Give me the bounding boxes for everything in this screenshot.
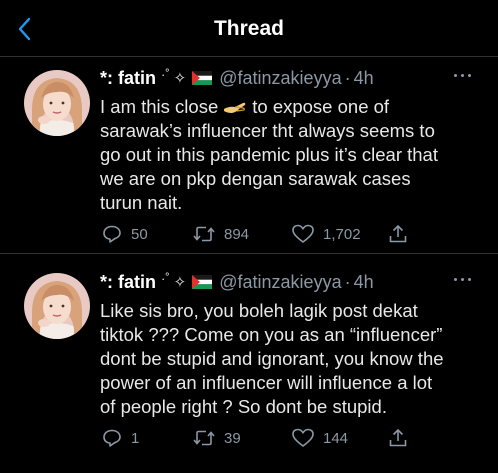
more-dot-icon	[454, 278, 457, 281]
profile-photo	[24, 70, 90, 136]
reply-icon	[103, 429, 121, 447]
profile-photo	[24, 273, 90, 339]
tweet-text: Like sis bro, you boleh lagik post dekat…	[100, 299, 490, 419]
share-button[interactable]	[388, 224, 408, 244]
sparkle-icon: ✧	[173, 274, 187, 291]
pinching-hand-emoji-icon	[224, 102, 246, 113]
separator-dot: ·	[344, 271, 351, 292]
avatar[interactable]	[24, 273, 90, 339]
tweet-text: I am this close to expose one of sarawak…	[100, 95, 490, 215]
like-button[interactable]: 1,702	[292, 224, 361, 244]
reply-count: 50	[131, 225, 148, 243]
tweet-text-line: go out in this pandemic plus it’s clear …	[100, 144, 438, 165]
more-dot-icon	[461, 278, 464, 281]
retweet-button[interactable]: 894	[193, 224, 249, 244]
tweet[interactable]: *: fatin ·˚ ✧ @fatinzakieyya · 4h I am t…	[0, 58, 498, 254]
more-dot-icon	[461, 74, 464, 77]
tweet-meta: *: fatin ·˚ ✧ @fatinzakieyya · 4h	[100, 66, 374, 90]
tweet-meta: *: fatin ·˚ ✧ @fatinzakieyya · 4h	[100, 270, 374, 294]
share-icon	[389, 428, 407, 447]
retweet-count: 39	[224, 429, 241, 447]
reply-button[interactable]: 50	[102, 224, 148, 244]
tweet-text-line: I am this close to expose one of	[100, 95, 490, 119]
retweet-count: 894	[224, 225, 250, 243]
retweet-button[interactable]: 39	[193, 428, 241, 448]
tweet-text-line: sarawak’s influencer tht always seems to	[100, 120, 435, 141]
like-count: 144	[323, 429, 349, 447]
more-options-button[interactable]	[452, 276, 474, 284]
share-button[interactable]	[388, 428, 408, 448]
user-handle[interactable]: @fatinzakieyya	[219, 68, 341, 89]
name-decoration: ·˚	[161, 270, 170, 286]
more-dot-icon	[468, 278, 471, 281]
name-decoration: ·˚	[161, 66, 170, 82]
more-dot-icon	[468, 74, 471, 77]
more-options-button[interactable]	[452, 72, 474, 80]
tweet-text-line: turun nait.	[100, 192, 183, 213]
tweet-text-line: we are on pkp dengan sarawak cases	[100, 168, 411, 189]
sparkle-icon: ✧	[173, 70, 187, 87]
like-button[interactable]: 144	[292, 428, 348, 448]
tweet-actions: 1 39 144	[100, 428, 420, 452]
display-name[interactable]: *: fatin	[100, 68, 156, 89]
tweet-text-line: power of an influencer will influence a …	[100, 372, 433, 393]
tweet-text-line: of people right ? So dont be stupid.	[100, 396, 387, 417]
tweet-text-line: Like sis bro, you boleh lagik post dekat	[100, 300, 418, 321]
heart-icon	[292, 428, 314, 447]
timestamp[interactable]: 4h	[354, 68, 374, 89]
display-name[interactable]: *: fatin	[100, 272, 156, 293]
tweet-text-line: dont be stupid and ignorant, you know th…	[100, 348, 444, 369]
separator-dot: ·	[344, 67, 351, 88]
reply-count: 1	[131, 429, 140, 447]
user-handle[interactable]: @fatinzakieyya	[219, 272, 341, 293]
timestamp[interactable]: 4h	[354, 272, 374, 293]
tweet-text-segment: to expose one of	[252, 96, 390, 117]
tweet-text-segment: I am this close	[100, 96, 219, 117]
flag-icon	[192, 275, 213, 289]
more-dot-icon	[454, 74, 457, 77]
page-title: Thread	[213, 17, 284, 40]
retweet-icon	[193, 226, 215, 242]
retweet-icon	[193, 430, 215, 446]
tweet-text-line: tiktok ??? Come on you as an “influencer…	[100, 324, 443, 345]
flag-icon	[192, 71, 213, 85]
like-count: 1,702	[323, 225, 361, 243]
thread-header: Thread	[0, 0, 498, 57]
tweet-actions: 50 894 1,702	[100, 224, 420, 248]
heart-icon	[292, 224, 314, 243]
avatar[interactable]	[24, 70, 90, 136]
share-icon	[389, 224, 407, 243]
reply-icon	[103, 225, 121, 243]
tweet[interactable]: *: fatin ·˚ ✧ @fatinzakieyya · 4h Like s…	[0, 262, 498, 473]
reply-button[interactable]: 1	[102, 428, 139, 448]
